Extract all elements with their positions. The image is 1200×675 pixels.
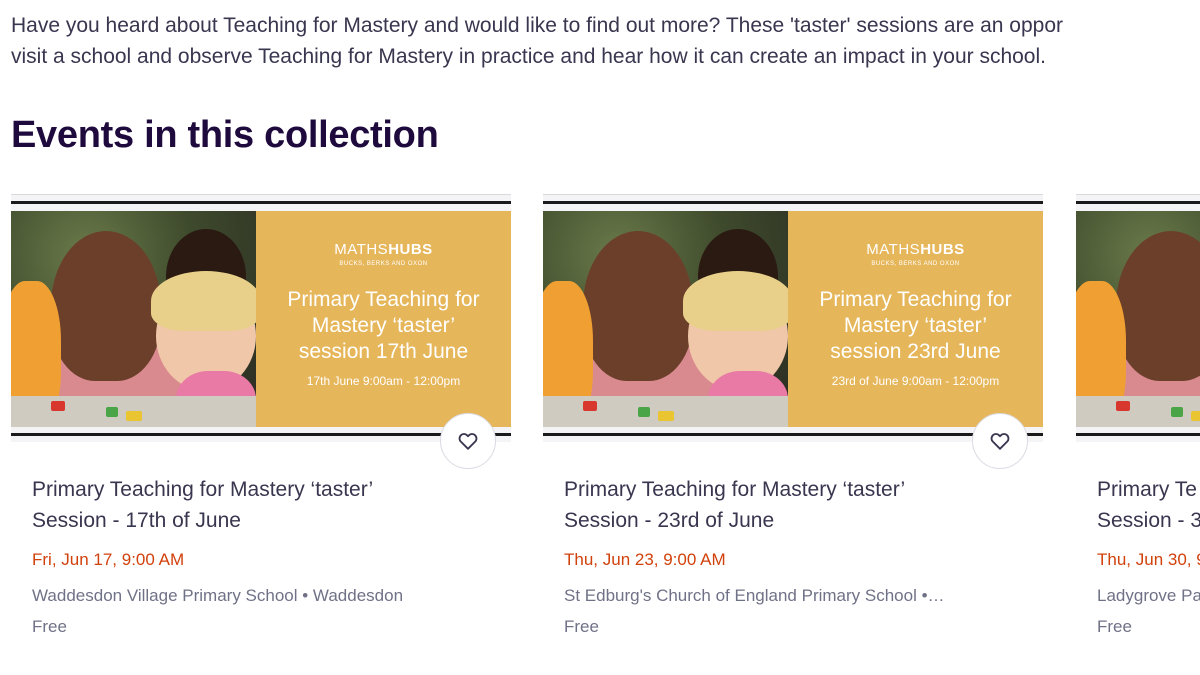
banner-line-2: Mastery ‘taster’ [311, 314, 456, 337]
banner-line-3: session 17th June [298, 340, 469, 363]
banner-line-2: Mastery ‘taster’ [843, 314, 988, 337]
event-card[interactable]: MATHSHUBS BUCKS, BERKS AND OXON Primary … [543, 194, 1043, 659]
event-title[interactable]: Primary Teaching for Mastery ‘taster’ Se… [32, 474, 492, 536]
banner-panel: MATHSHUBS BUCKS, BERKS AND OXON Primary … [788, 211, 1043, 427]
section-title: Events in this collection [11, 114, 439, 156]
banner-panel: MATHSHUBS BUCKS, BERKS AND OXON Primary … [256, 211, 511, 427]
divider [1076, 433, 1200, 436]
banner-photo [543, 211, 788, 427]
event-price: Free [1097, 617, 1132, 636]
event-banner: MATHSHUBS BUCKS, BERKS AND OXON Primary … [543, 211, 1043, 427]
logo-subtitle: BUCKS, BERKS AND OXON [871, 261, 960, 267]
event-card[interactable]: Primary Te Session - 3 Thu, Jun 30, 9 La… [1076, 194, 1200, 659]
favorite-button[interactable] [440, 413, 496, 469]
logo-subtitle: BUCKS, BERKS AND OXON [339, 261, 428, 267]
intro-line-1: Have you heard about Teaching for Master… [11, 14, 1064, 37]
event-date: Thu, Jun 30, 9 [1097, 550, 1200, 569]
divider [11, 433, 511, 436]
heart-icon [990, 433, 1010, 450]
event-date: Fri, Jun 17, 9:00 AM [32, 550, 185, 569]
event-card[interactable]: MATHSHUBS BUCKS, BERKS AND OXON Primary … [11, 194, 511, 659]
mathshubs-logo: MATHSHUBS [334, 241, 433, 258]
mathshubs-logo: MATHSHUBS [866, 241, 965, 258]
favorite-button[interactable] [972, 413, 1028, 469]
event-image[interactable]: MATHSHUBS BUCKS, BERKS AND OXON Primary … [543, 194, 1043, 442]
divider [11, 201, 511, 204]
event-title[interactable]: Primary Te Session - 3 [1097, 474, 1200, 536]
event-image[interactable] [1076, 194, 1200, 442]
intro-text: Have you heard about Teaching for Master… [11, 10, 1200, 72]
event-date: Thu, Jun 23, 9:00 AM [564, 550, 726, 569]
event-location: Ladygrove Pa [1097, 586, 1200, 605]
banner-line-1: Primary Teaching for [819, 288, 1012, 311]
event-image[interactable]: MATHSHUBS BUCKS, BERKS AND OXON Primary … [11, 194, 511, 442]
banner-subtext: 17th June 9:00am - 12:00pm [306, 374, 461, 388]
event-location: St Edburg's Church of England Primary Sc… [564, 586, 945, 605]
intro-line-2: visit a school and observe Teaching for … [11, 45, 1046, 68]
event-title[interactable]: Primary Teaching for Mastery ‘taster’ Se… [564, 474, 1024, 536]
event-banner [1076, 211, 1200, 427]
banner-line-3: session 23rd June [830, 340, 1001, 363]
divider [543, 433, 1043, 436]
event-price: Free [32, 617, 67, 636]
banner-subtext: 23rd of June 9:00am - 12:00pm [831, 374, 1000, 388]
divider [543, 201, 1043, 204]
banner-photo [11, 211, 256, 427]
divider [1076, 201, 1200, 204]
event-location: Waddesdon Village Primary School • Wadde… [32, 586, 404, 605]
heart-icon [458, 433, 478, 450]
event-banner: MATHSHUBS BUCKS, BERKS AND OXON Primary … [11, 211, 511, 427]
event-price: Free [564, 617, 599, 636]
banner-line-1: Primary Teaching for [287, 288, 480, 311]
banner-photo [1076, 211, 1200, 427]
